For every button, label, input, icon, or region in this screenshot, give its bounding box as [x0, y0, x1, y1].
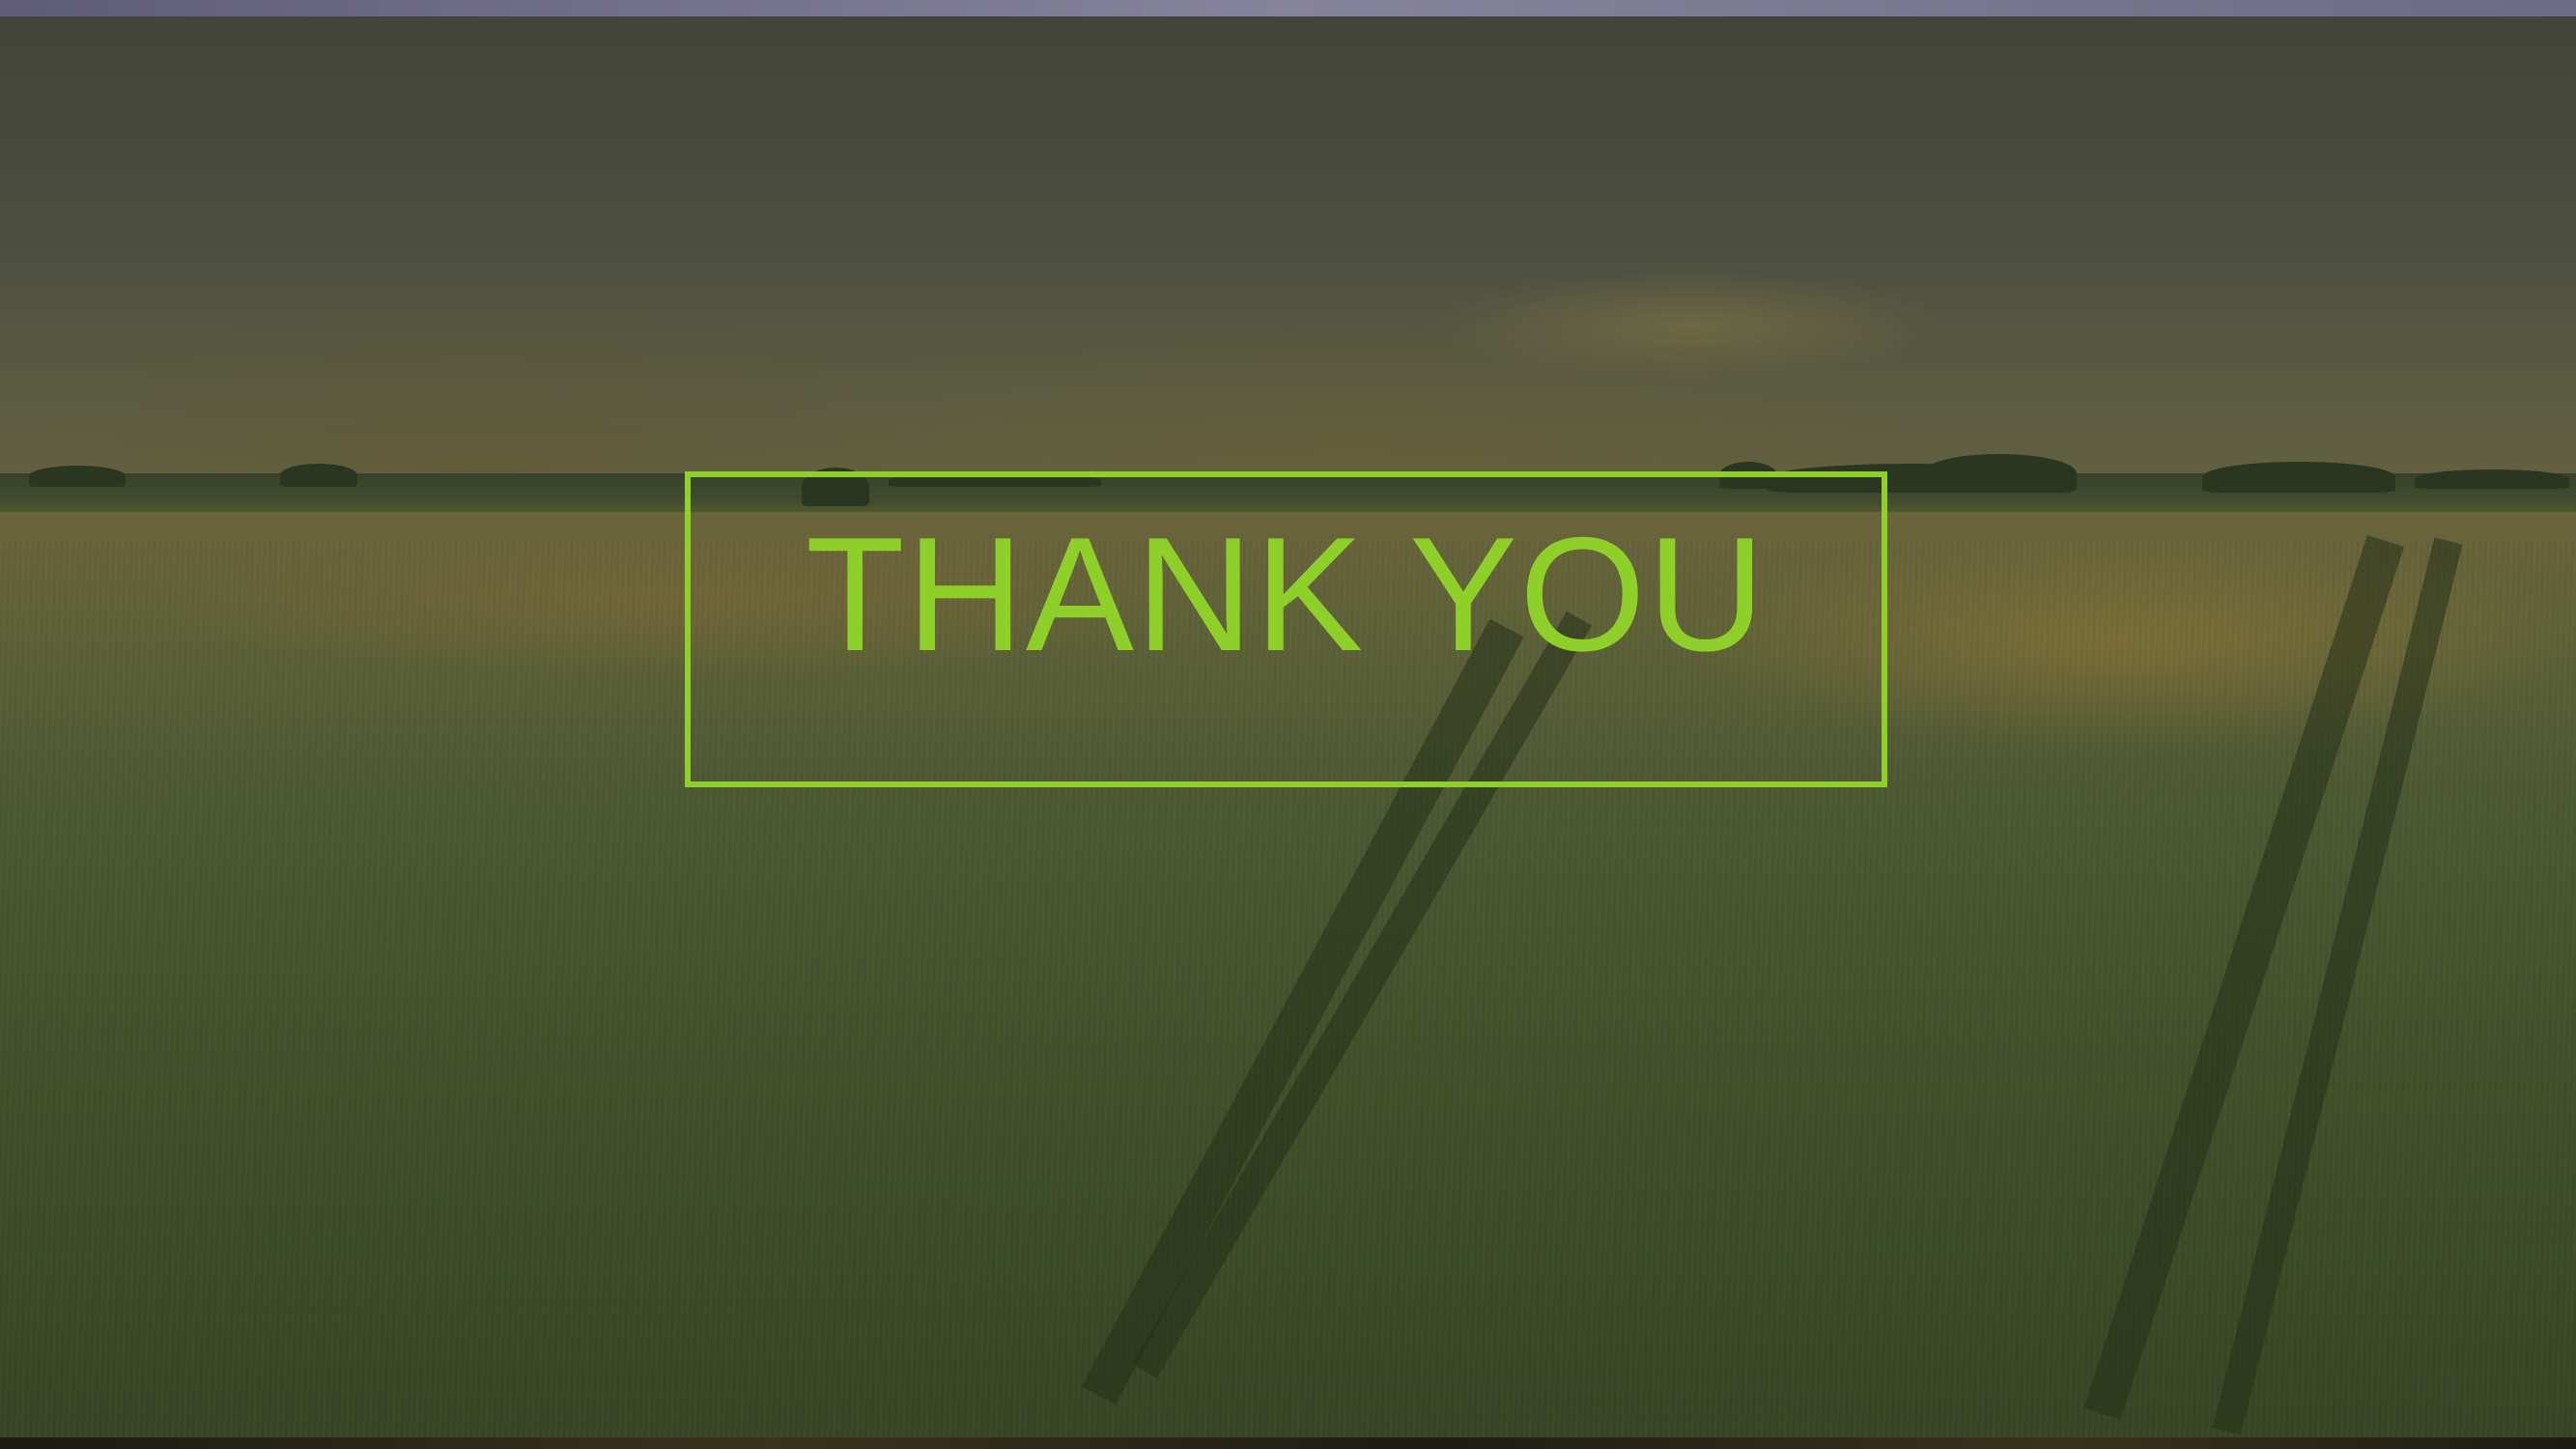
slide-title: THANK YOU — [805, 503, 1768, 685]
top-edge-strip — [0, 0, 2576, 16]
slide-canvas: THANK YOU — [0, 0, 2576, 1449]
bottom-edge-strip — [0, 1437, 2576, 1449]
